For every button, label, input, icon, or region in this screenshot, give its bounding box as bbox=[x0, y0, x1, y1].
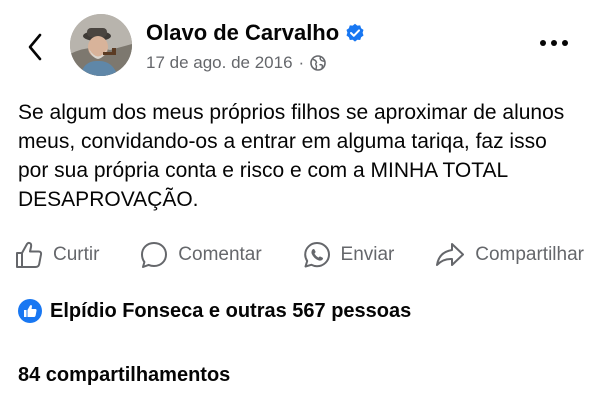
post-date[interactable]: 17 de ago. de 2016 bbox=[146, 53, 293, 73]
whatsapp-icon bbox=[303, 242, 330, 268]
back-button[interactable] bbox=[22, 30, 48, 64]
reactions-summary[interactable]: Elpídio Fonseca e outras 567 pessoas bbox=[18, 299, 411, 323]
comment-label: Comentar bbox=[178, 244, 262, 265]
verified-badge-icon bbox=[346, 23, 364, 42]
profile-photo bbox=[70, 14, 132, 76]
thumbs-up-icon bbox=[16, 241, 43, 268]
author-name[interactable]: Olavo de Carvalho bbox=[146, 20, 365, 46]
send-button[interactable]: Enviar bbox=[302, 240, 395, 270]
action-bar: Curtir Comentar Enviar Compartilhar bbox=[14, 235, 584, 275]
author-name-text: Olavo de Carvalho bbox=[146, 20, 340, 45]
share-button[interactable]: Compartilhar bbox=[434, 240, 584, 270]
send-label: Enviar bbox=[340, 244, 395, 265]
reactions-text: Elpídio Fonseca e outras 567 pessoas bbox=[50, 299, 412, 322]
shares-count[interactable]: 84 compartilhamentos bbox=[18, 364, 230, 387]
post-text: Se algum dos meus próprios filhos se apr… bbox=[18, 101, 565, 211]
like-label: Curtir bbox=[53, 244, 100, 265]
share-label: Compartilhar bbox=[475, 244, 584, 265]
chevron-left-icon bbox=[28, 33, 42, 61]
more-horizontal-icon bbox=[540, 40, 546, 46]
speech-bubble-icon bbox=[141, 242, 168, 268]
comment-button[interactable]: Comentar bbox=[139, 240, 262, 270]
meta-separator: · bbox=[298, 53, 305, 72]
like-reaction-icon bbox=[18, 299, 42, 323]
more-options-button[interactable] bbox=[538, 36, 570, 50]
post-meta: 17 de ago. de 2016 · bbox=[146, 53, 327, 73]
globe-icon bbox=[310, 55, 327, 71]
avatar[interactable] bbox=[70, 14, 132, 76]
share-arrow-icon bbox=[436, 243, 465, 266]
like-button[interactable]: Curtir bbox=[14, 240, 99, 270]
